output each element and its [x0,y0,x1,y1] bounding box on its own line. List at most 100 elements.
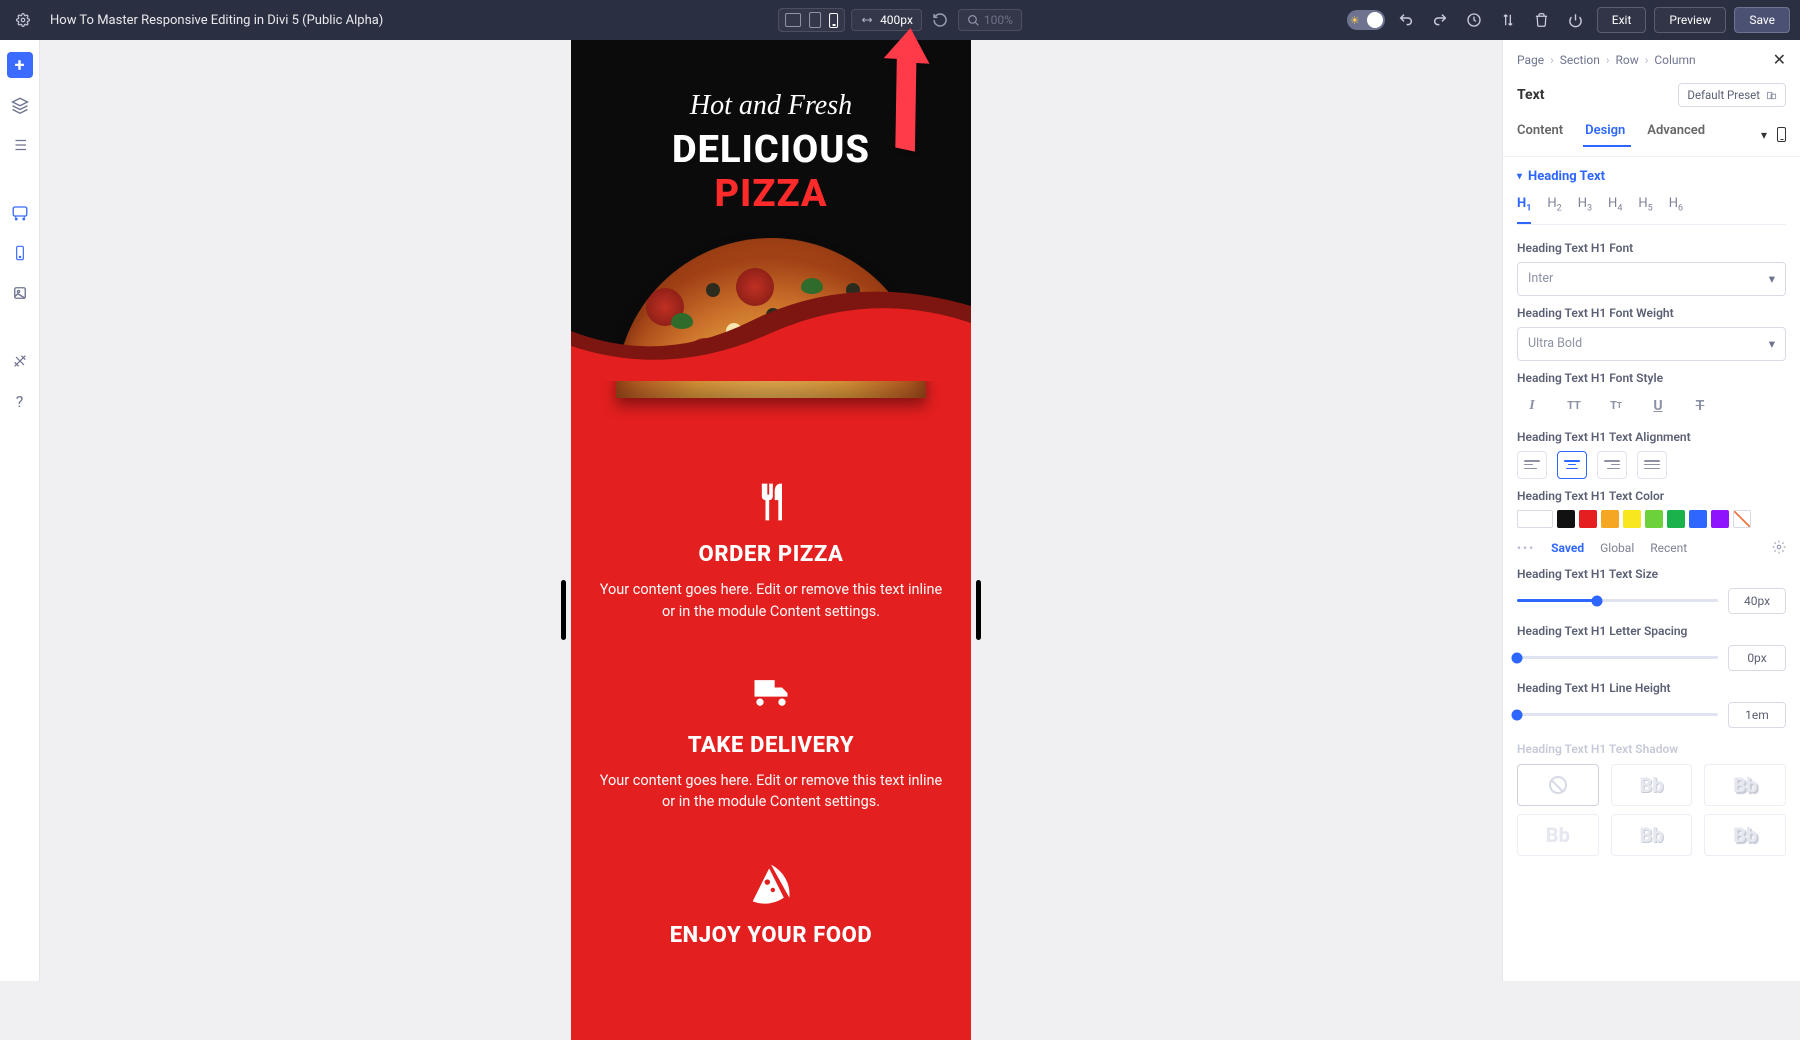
italic-button[interactable]: I [1517,392,1547,420]
font-weight-select[interactable]: Ultra Bold▾ [1517,327,1786,361]
add-button[interactable]: + [7,52,33,78]
shadow-none[interactable] [1517,764,1599,806]
feature-body: Your content goes here. Edit or remove t… [599,579,943,623]
align-left-button[interactable] [1517,451,1547,479]
feature-block[interactable]: TAKE DELIVERY Your content goes here. Ed… [599,671,943,814]
responsive-toggle-icon[interactable] [1777,127,1786,142]
letter-spacing-value[interactable]: 0px [1728,645,1786,671]
list-icon[interactable] [7,132,33,158]
align-justify-button[interactable] [1637,451,1667,479]
responsive-mobile-icon[interactable] [7,240,33,266]
tab-advanced[interactable]: Advanced [1647,123,1705,146]
letter-spacing-slider[interactable] [1517,656,1718,659]
swatch-purple[interactable] [1711,510,1729,528]
shadow-preset-2[interactable]: Bb [1704,764,1786,806]
page-title: How To Master Responsive Editing in Divi… [50,13,383,28]
smallcaps-button[interactable]: TT [1601,392,1631,420]
reset-width-button[interactable] [928,8,952,32]
tab-h4[interactable]: H4 [1608,196,1622,224]
shadow-preset-4[interactable]: Bb [1611,814,1693,856]
hero-subtitle[interactable]: Hot and Fresh [591,90,951,122]
text-shadow-options: Bb Bb [1517,764,1786,806]
resize-handle-right[interactable] [976,580,981,640]
desktop-icon[interactable] [785,13,801,27]
settings-gear-icon[interactable] [10,7,36,33]
zoom-input[interactable]: 100% [958,9,1022,31]
crumb-section[interactable]: Section [1560,53,1600,67]
layers-icon[interactable] [7,92,33,118]
palette-recent[interactable]: Recent [1650,541,1687,555]
features-section: ORDER PIZZA Your content goes here. Edit… [571,380,971,1036]
redo-icon[interactable] [1427,7,1453,33]
power-icon[interactable] [1563,7,1589,33]
shadow-preset-5[interactable]: Bb [1704,814,1786,856]
font-select[interactable]: Inter▾ [1517,262,1786,296]
palette-global[interactable]: Global [1600,541,1634,555]
utensils-icon [749,480,793,524]
crumb-page[interactable]: Page [1517,53,1544,67]
image-stack-icon[interactable] [7,280,33,306]
crumb-column[interactable]: Column [1654,53,1695,67]
section-heading-text[interactable]: ▾Heading Text [1517,169,1786,184]
swatch-transparent[interactable] [1733,510,1751,528]
tab-overflow-icon[interactable]: ▾ [1761,128,1767,142]
uppercase-button[interactable]: TT [1559,392,1589,420]
hero-heading-line1[interactable]: DELICIOUS [591,128,951,172]
help-icon[interactable]: ? [7,388,33,414]
preview-button[interactable]: Preview [1654,7,1726,33]
panel-body[interactable]: ▾Heading Text H1 H2 H3 H4 H5 H6 Heading … [1503,157,1800,981]
close-icon[interactable]: ✕ [1773,50,1786,69]
heading-level-tabs: H1 H2 H3 H4 H5 H6 [1517,196,1786,225]
swatch-red[interactable] [1579,510,1597,528]
text-shadow-options-2: Bb Bb Bb [1517,814,1786,856]
undo-icon[interactable] [1393,7,1419,33]
swatch-yellow[interactable] [1623,510,1641,528]
crumb-row[interactable]: Row [1615,53,1638,67]
theme-toggle[interactable]: ☀ [1347,10,1385,30]
strikethrough-button[interactable]: T [1685,392,1715,420]
exit-button[interactable]: Exit [1597,7,1647,33]
swatch-blue[interactable] [1689,510,1707,528]
text-size-slider[interactable] [1517,599,1718,602]
tab-h6[interactable]: H6 [1669,196,1683,224]
palette-settings-icon[interactable] [1772,540,1786,557]
phone-icon[interactable] [829,13,838,28]
feature-block[interactable]: ORDER PIZZA Your content goes here. Edit… [599,480,943,623]
swatch-black[interactable] [1557,510,1575,528]
tab-content[interactable]: Content [1517,123,1563,146]
line-height-value[interactable]: 1em [1728,702,1786,728]
shadow-preset-3[interactable]: Bb [1517,814,1599,856]
align-right-button[interactable] [1597,451,1627,479]
responsive-desktop-icon[interactable] [7,200,33,226]
page-preview[interactable]: Hot and Fresh DELICIOUS PIZZA [571,40,971,1040]
sort-icon[interactable] [1495,7,1521,33]
history-icon[interactable] [1461,7,1487,33]
palette-saved[interactable]: Saved [1551,541,1584,555]
swatch-white[interactable] [1517,510,1553,528]
swatch-orange[interactable] [1601,510,1619,528]
tab-h5[interactable]: H5 [1638,196,1652,224]
label-size: Heading Text H1 Text Size [1517,567,1786,581]
hero-heading-line2[interactable]: PIZZA [591,172,951,216]
viewport-width-input[interactable]: 400px [851,9,922,31]
font-style-buttons: I TT TT U T [1517,392,1786,420]
align-center-button[interactable] [1557,451,1587,479]
swatch-green[interactable] [1667,510,1685,528]
feature-block[interactable]: ENJOY YOUR FOOD [599,861,943,948]
underline-button[interactable]: U [1643,392,1673,420]
palette-more-icon[interactable]: ••• [1517,541,1535,555]
preset-selector[interactable]: Default Preset [1678,83,1786,107]
text-size-value[interactable]: 40px [1728,588,1786,614]
line-height-slider[interactable] [1517,713,1718,716]
shadow-preset-1[interactable]: Bb [1611,764,1693,806]
tab-h2[interactable]: H2 [1547,196,1561,224]
tablet-icon[interactable] [809,12,821,28]
tab-design[interactable]: Design [1585,123,1625,146]
swatch-lightgreen[interactable] [1645,510,1663,528]
trash-icon[interactable] [1529,7,1555,33]
save-button[interactable]: Save [1734,7,1790,33]
tab-h3[interactable]: H3 [1578,196,1592,224]
resize-handle-left[interactable] [561,580,566,640]
tab-h1[interactable]: H1 [1517,196,1531,224]
tools-icon[interactable] [7,348,33,374]
